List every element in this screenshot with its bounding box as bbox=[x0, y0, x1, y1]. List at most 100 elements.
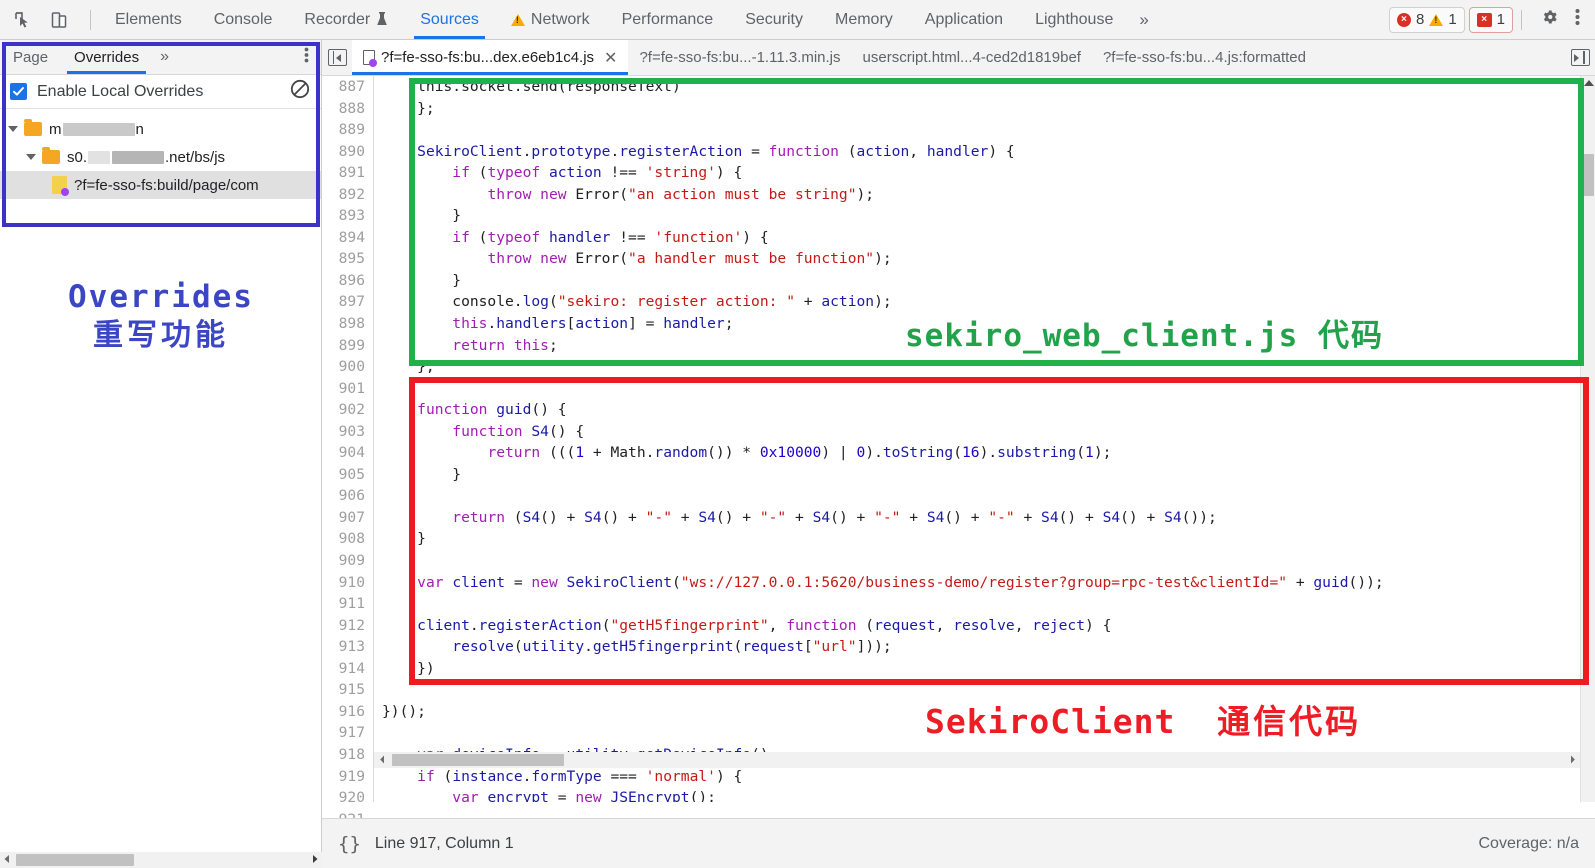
clear-configuration-icon[interactable] bbox=[289, 78, 311, 105]
scroll-right-arrow-icon[interactable] bbox=[308, 851, 322, 868]
code-area[interactable]: 887 888 889 890 891 892 893 894 895 896 897 898 899 9… bbox=[322, 76, 1580, 818]
code-line[interactable]: }) bbox=[382, 658, 1580, 680]
code-line[interactable]: if (typeof action !== 'string') { bbox=[382, 162, 1580, 184]
code-line[interactable]: var encrypt = new JSEncrypt(); bbox=[382, 787, 1580, 802]
enable-local-overrides-checkbox[interactable] bbox=[10, 83, 27, 100]
line-number: 918 bbox=[338, 745, 365, 763]
code-line[interactable]: if (typeof handler !== 'function') { bbox=[382, 227, 1580, 249]
tab-lighthouse[interactable]: Lighthouse bbox=[1019, 0, 1129, 39]
code-token: ) { bbox=[988, 142, 1015, 160]
close-icon[interactable]: ✕ bbox=[604, 48, 617, 68]
code-token: JSEncrypt bbox=[610, 789, 690, 802]
scroll-left-arrow-icon[interactable] bbox=[0, 851, 14, 868]
nav-tab-page[interactable]: Page bbox=[0, 40, 61, 74]
tab-sources[interactable]: Sources bbox=[404, 0, 495, 39]
code-line[interactable]: } bbox=[382, 205, 1580, 227]
source-code-lines[interactable]: this.socket.send(responseText) }; Sekiro… bbox=[374, 76, 1580, 802]
kebab-menu-icon[interactable] bbox=[1568, 7, 1587, 32]
tab-recorder-label: Recorder bbox=[304, 10, 371, 28]
code-line[interactable]: } bbox=[382, 464, 1580, 486]
code-line[interactable]: }; bbox=[382, 98, 1580, 120]
tree-row-host-folder[interactable]: s0. .net/bs/js bbox=[0, 143, 321, 171]
code-line[interactable] bbox=[382, 378, 1580, 400]
scroll-up-arrow-icon[interactable] bbox=[1584, 80, 1594, 86]
code-token: if bbox=[452, 164, 470, 182]
tab-application[interactable]: Application bbox=[909, 0, 1019, 39]
tab-console[interactable]: Console bbox=[198, 0, 289, 39]
nav-tab-overrides[interactable]: Overrides bbox=[61, 40, 152, 74]
inspect-element-icon[interactable] bbox=[10, 7, 36, 33]
warning-count: 1 bbox=[1448, 11, 1457, 28]
scroll-left-arrow-icon[interactable] bbox=[374, 751, 390, 769]
code-line[interactable]: throw new Error("a handler must be funct… bbox=[382, 248, 1580, 270]
code-token: ); bbox=[874, 293, 892, 311]
tab-network[interactable]: Network bbox=[495, 0, 606, 39]
device-toolbar-icon[interactable] bbox=[46, 7, 72, 33]
code-line[interactable] bbox=[382, 119, 1580, 141]
editor-tab-0[interactable]: ?f=fe-sso-fs:bu...dex.e6eb1c4.js ✕ bbox=[352, 40, 629, 75]
navigator-scroll-thumb[interactable] bbox=[16, 854, 134, 866]
pretty-print-icon[interactable]: {} bbox=[338, 833, 361, 855]
code-line[interactable]: resolve(utility.getH5fingerprint(request… bbox=[382, 636, 1580, 658]
editor-vertical-scrollbar[interactable] bbox=[1580, 76, 1595, 802]
editor-horizontal-scrollbar[interactable] bbox=[374, 752, 1580, 768]
editor-tab-1[interactable]: ?f=fe-sso-fs:bu...-1.11.3.min.js bbox=[628, 40, 851, 75]
editor-vertical-scroll-thumb[interactable] bbox=[1583, 154, 1594, 196]
navigator-kebab-menu-icon[interactable] bbox=[292, 46, 321, 69]
gear-icon[interactable] bbox=[1530, 7, 1568, 32]
tree-row-override-file[interactable]: ?f=fe-sso-fs:build/page/com bbox=[0, 171, 321, 199]
editor-tab-3[interactable]: ?f=fe-sso-fs:bu...4.js:formatted bbox=[1092, 40, 1317, 75]
nav-more-tabs-icon[interactable]: » bbox=[152, 48, 177, 66]
code-line[interactable]: this.socket.send(responseText) bbox=[382, 76, 1580, 98]
tab-elements[interactable]: Elements bbox=[99, 0, 198, 39]
code-line[interactable] bbox=[382, 485, 1580, 507]
line-number: 921 bbox=[322, 809, 365, 818]
code-line[interactable]: var client = new SekiroClient("ws://127.… bbox=[382, 572, 1580, 594]
tab-recorder[interactable]: Recorder bbox=[288, 0, 404, 39]
code-line[interactable]: client.registerAction ("getH5fingerprint"… bbox=[382, 615, 1580, 637]
editor-scroll-thumb[interactable] bbox=[392, 754, 564, 766]
navigator-horizontal-scrollbar[interactable] bbox=[0, 852, 322, 868]
issues-counter[interactable]: × 1 bbox=[1468, 6, 1513, 33]
tree-row-domain-folder[interactable]: mn bbox=[0, 115, 321, 143]
tree-label-file: ?f=fe-sso-fs:build/page/com bbox=[74, 176, 259, 194]
editor-tab-2[interactable]: userscript.html...4-ced2d1819bef bbox=[852, 40, 1092, 75]
line-number: 915 bbox=[338, 681, 365, 699]
code-line[interactable]: function S4() { bbox=[382, 421, 1580, 443]
code-token: function bbox=[786, 616, 857, 634]
show-navigator-button[interactable] bbox=[322, 40, 352, 75]
code-token: "-" bbox=[759, 508, 787, 526]
code-token: random bbox=[654, 444, 708, 462]
enable-local-overrides-row[interactable]: Enable Local Overrides bbox=[0, 75, 321, 109]
code-line[interactable] bbox=[382, 550, 1580, 572]
code-line[interactable]: throw new Error("an action must be strin… bbox=[382, 184, 1580, 206]
code-line[interactable]: if (instance.formType === 'normal') { bbox=[382, 766, 1580, 788]
code-line[interactable]: SekiroClient.prototype.registerAction = … bbox=[382, 141, 1580, 163]
line-number: 917 bbox=[338, 724, 365, 742]
code-token: } bbox=[382, 465, 462, 483]
chevron-down-icon[interactable] bbox=[26, 154, 36, 160]
code-token: action bbox=[821, 293, 875, 311]
code-line[interactable]: return (((1 + Math.random()) * 0x10000) … bbox=[382, 442, 1580, 464]
folder-icon bbox=[42, 147, 60, 164]
code-line[interactable] bbox=[382, 593, 1580, 615]
code-line[interactable]: } bbox=[382, 270, 1580, 292]
scroll-right-arrow-icon[interactable] bbox=[1564, 751, 1580, 769]
code-line[interactable]: return (S4() + S4() + "-" + S4() + "-" +… bbox=[382, 507, 1580, 529]
console-counters[interactable]: × 8 1 bbox=[1388, 6, 1465, 33]
tab-security[interactable]: Security bbox=[729, 0, 819, 39]
tab-memory[interactable]: Memory bbox=[819, 0, 909, 39]
code-token: resolve bbox=[953, 616, 1015, 634]
code-line[interactable]: }; bbox=[382, 356, 1580, 378]
more-panels-chevron-icon[interactable]: » bbox=[1129, 10, 1158, 30]
code-line[interactable]: } bbox=[382, 528, 1580, 550]
code-token: S4 bbox=[812, 508, 831, 526]
tab-performance[interactable]: Performance bbox=[606, 0, 730, 39]
code-token: ) { bbox=[715, 164, 743, 182]
code-token: ( bbox=[733, 638, 743, 656]
chevron-down-icon[interactable] bbox=[8, 126, 18, 132]
code-line[interactable]: function guid() { bbox=[382, 399, 1580, 421]
show-debugger-button[interactable] bbox=[1565, 40, 1595, 75]
